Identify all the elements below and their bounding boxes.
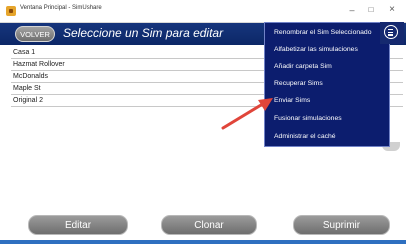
dropdown-menu: Renombrar el Sim Seleccionado Alfabetiza… — [264, 22, 390, 147]
menu-item-rename[interactable]: Renombrar el Sim Seleccionado — [265, 24, 389, 41]
menu-item-cache[interactable]: Administrar el caché — [265, 128, 389, 145]
window-title: Ventana Principal - SimUshare — [20, 5, 102, 11]
menu-button[interactable] — [380, 22, 404, 44]
edit-button[interactable]: Editar — [28, 215, 128, 235]
clone-button[interactable]: Clonar — [161, 215, 257, 235]
back-button[interactable]: VOLVER — [15, 26, 55, 42]
window-titlebar: Ventana Principal - SimUshare – □ × — [0, 0, 406, 23]
menu-item-alphabetize[interactable]: Alfabetizar las simulaciones — [265, 41, 389, 58]
menu-item-add-folder[interactable]: Añadir carpeta Sim — [265, 58, 389, 75]
page-title: Seleccione un Sim para editar — [63, 26, 224, 40]
app-icon — [6, 6, 16, 16]
close-button[interactable]: × — [383, 3, 401, 17]
bottom-accent-line — [0, 240, 406, 244]
maximize-button[interactable]: □ — [362, 3, 380, 17]
menu-item-recover[interactable]: Recuperar Sims — [265, 75, 389, 92]
minimize-button[interactable]: – — [343, 3, 361, 17]
menu-item-send[interactable]: Enviar Sims — [265, 92, 389, 109]
hamburger-circle-icon — [384, 25, 398, 39]
menu-item-merge[interactable]: Fusionar simulaciones — [265, 110, 389, 127]
pointer-arrow-icon — [221, 98, 273, 130]
delete-button[interactable]: Suprimir — [293, 215, 390, 235]
